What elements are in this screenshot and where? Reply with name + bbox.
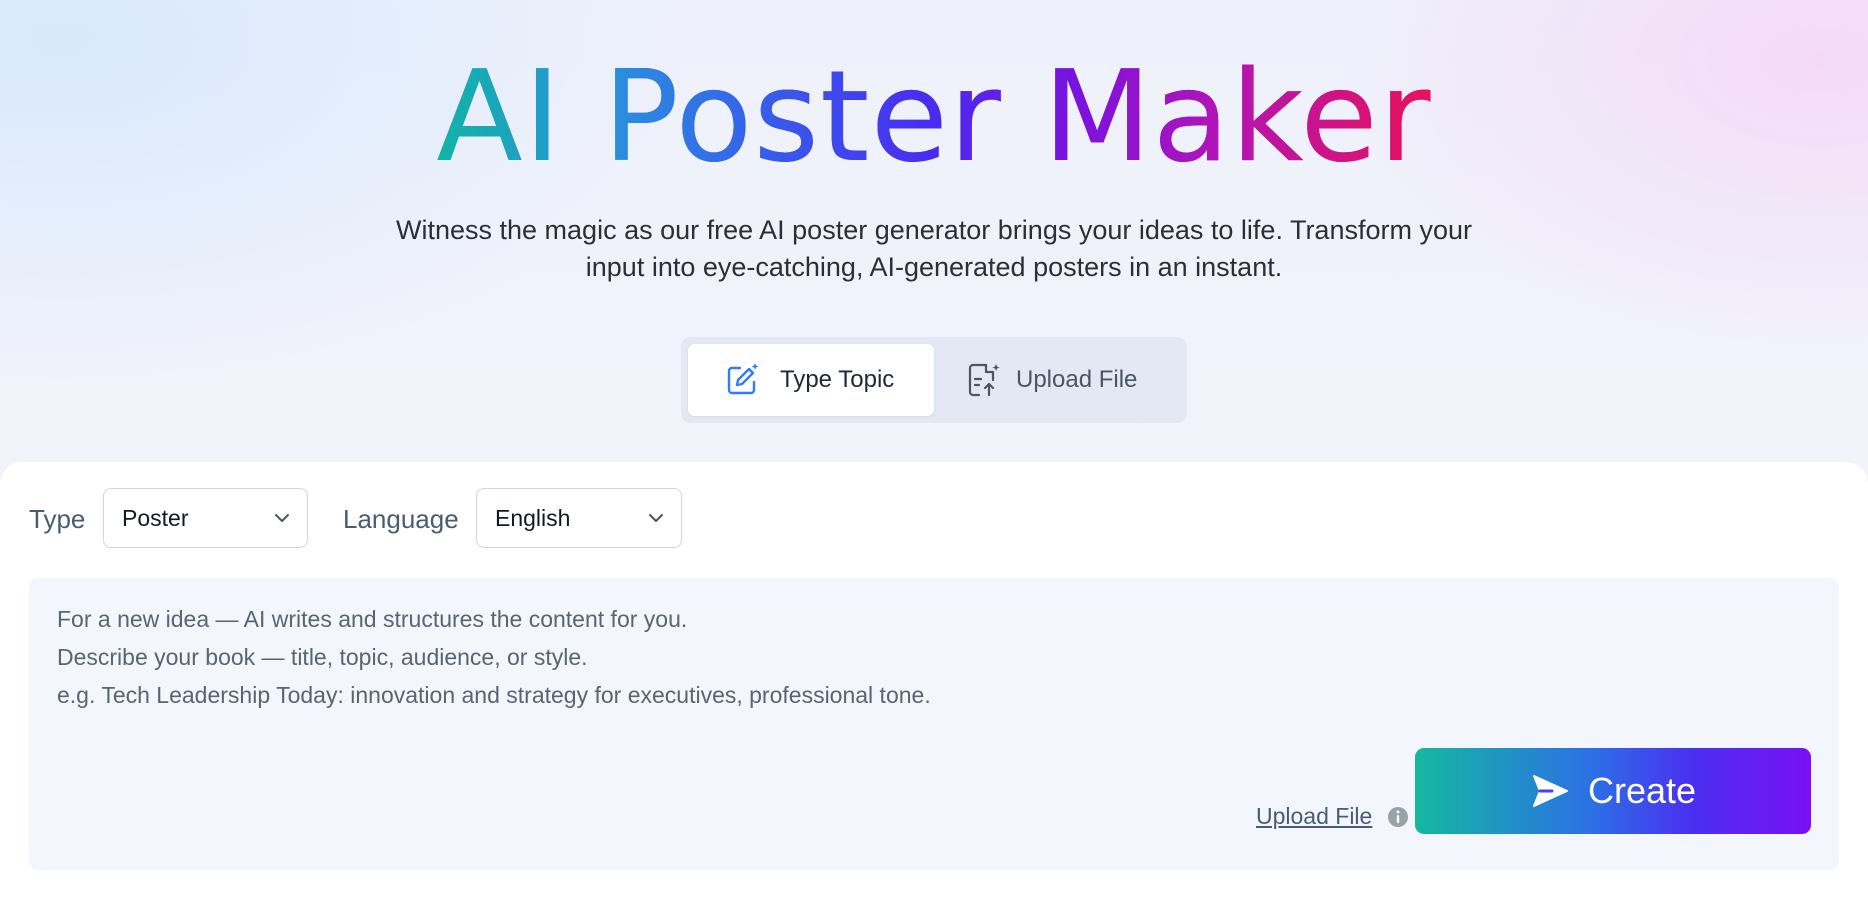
tab-type-topic-label: Type Topic	[780, 366, 895, 393]
generator-card: Type Poster Language English For a new i…	[0, 462, 1868, 900]
chevron-down-icon	[275, 514, 289, 522]
page-title-text: AI Poster Maker	[436, 43, 1432, 190]
language-select[interactable]: English	[476, 488, 682, 548]
chevron-down-icon	[649, 514, 663, 522]
create-button-label: Create	[1587, 770, 1697, 811]
info-icon[interactable]	[1387, 806, 1409, 828]
tab-type-topic[interactable]: Type Topic	[688, 344, 934, 416]
placeholder-line-2: Describe your book — title, topic, audie…	[57, 644, 588, 670]
edit-sparkle-icon	[727, 363, 759, 395]
page-subtitle: Witness the magic as our free AI poster …	[300, 212, 1568, 286]
hero-section: AI Poster Maker Witness the magic as our…	[0, 0, 1868, 462]
send-icon	[1532, 775, 1568, 807]
create-button[interactable]: Create	[1415, 748, 1811, 834]
upload-file-link[interactable]: Upload File	[1256, 803, 1372, 830]
mode-switch: Type Topic Upload File	[681, 337, 1187, 423]
page-title: AI Poster Maker	[0, 50, 1868, 184]
subtitle-line-2: input into eye-catching, AI-generated po…	[585, 252, 1283, 282]
language-select-value: English	[495, 504, 571, 531]
placeholder-line-3: e.g. Tech Leadership Today: innovation a…	[57, 682, 931, 708]
tab-upload-file-label: Upload File	[1016, 366, 1138, 393]
type-label: Type	[29, 504, 86, 534]
placeholder-line-1: For a new idea — AI writes and structure…	[57, 606, 688, 632]
type-select[interactable]: Poster	[103, 488, 308, 548]
language-label: Language	[343, 504, 459, 534]
type-select-value: Poster	[122, 504, 189, 531]
prompt-textarea[interactable]: For a new idea — AI writes and structure…	[29, 578, 1839, 870]
tab-upload-file[interactable]: Upload File	[934, 344, 1180, 416]
file-upload-icon	[968, 363, 1000, 397]
subtitle-line-1: Witness the magic as our free AI poster …	[396, 215, 1472, 245]
